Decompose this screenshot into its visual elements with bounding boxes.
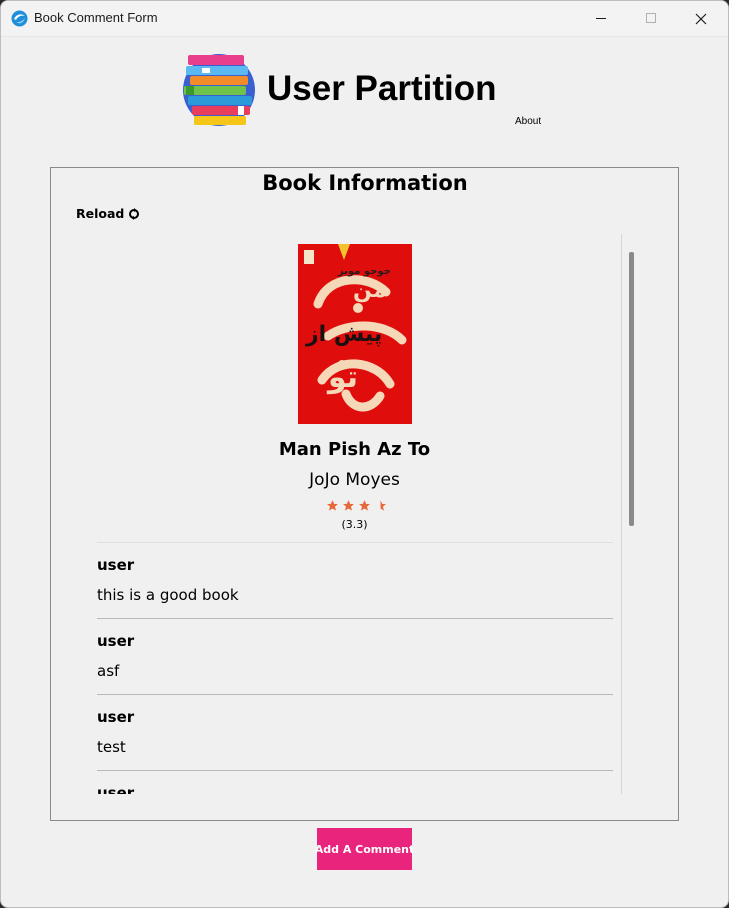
comment-item: user asf	[97, 618, 613, 694]
app-window: Book Comment Form User Partition About B…	[0, 0, 729, 908]
star-icon	[327, 500, 338, 511]
app-logo-icon	[11, 10, 28, 27]
comment-user: user	[97, 556, 135, 574]
star-icon	[343, 500, 354, 511]
comment-text: this is a good book	[97, 586, 239, 604]
cover-author-text: جوجو مویز	[338, 266, 391, 277]
books-logo-icon	[183, 54, 255, 126]
page-title: User Partition	[267, 69, 497, 108]
cover-title-line3: تو	[328, 360, 359, 395]
book-author: JoJo Moyes	[309, 470, 400, 490]
panel-title: Book Information	[262, 171, 468, 195]
comments-list: user this is a good book user asf user t…	[97, 542, 613, 794]
cover-title-line1: من	[353, 278, 387, 303]
reload-button[interactable]: Reload	[76, 206, 140, 221]
book-cover-image: جوجو مویز من پیش از تو	[298, 244, 412, 424]
rating-stars	[326, 499, 387, 512]
minimize-button[interactable]	[578, 1, 624, 36]
window-title: Book Comment Form	[34, 10, 158, 25]
about-link[interactable]: About	[515, 116, 541, 127]
comment-text: test	[97, 738, 126, 756]
comment-item: user this is a good book	[97, 542, 613, 618]
title-bar: Book Comment Form	[1, 1, 728, 37]
comment-user: user	[97, 708, 135, 726]
half-star-icon	[380, 500, 386, 511]
scroll-track[interactable]	[621, 234, 622, 794]
minimize-icon	[595, 18, 606, 19]
close-icon	[695, 13, 707, 24]
book-title: Man Pish Az To	[278, 439, 431, 460]
cover-title-line2: پیش از	[306, 322, 383, 347]
comment-user: user	[97, 784, 135, 794]
comment-item: user	[97, 770, 613, 794]
maximize-icon	[645, 13, 656, 23]
star-icon	[359, 500, 370, 511]
close-button[interactable]	[678, 1, 724, 36]
comment-text: asf	[97, 662, 120, 680]
book-information-panel: Book Information Reload جوجو مویز من پیش	[50, 167, 679, 821]
maximize-button[interactable]	[628, 1, 674, 36]
rating-value: (3.3)	[341, 518, 368, 531]
add-comment-button[interactable]: Add A Comment	[315, 828, 414, 870]
comment-item: user test	[97, 694, 613, 770]
comment-user: user	[97, 632, 135, 650]
reload-label: Reload	[76, 206, 125, 221]
reload-icon	[129, 207, 140, 220]
